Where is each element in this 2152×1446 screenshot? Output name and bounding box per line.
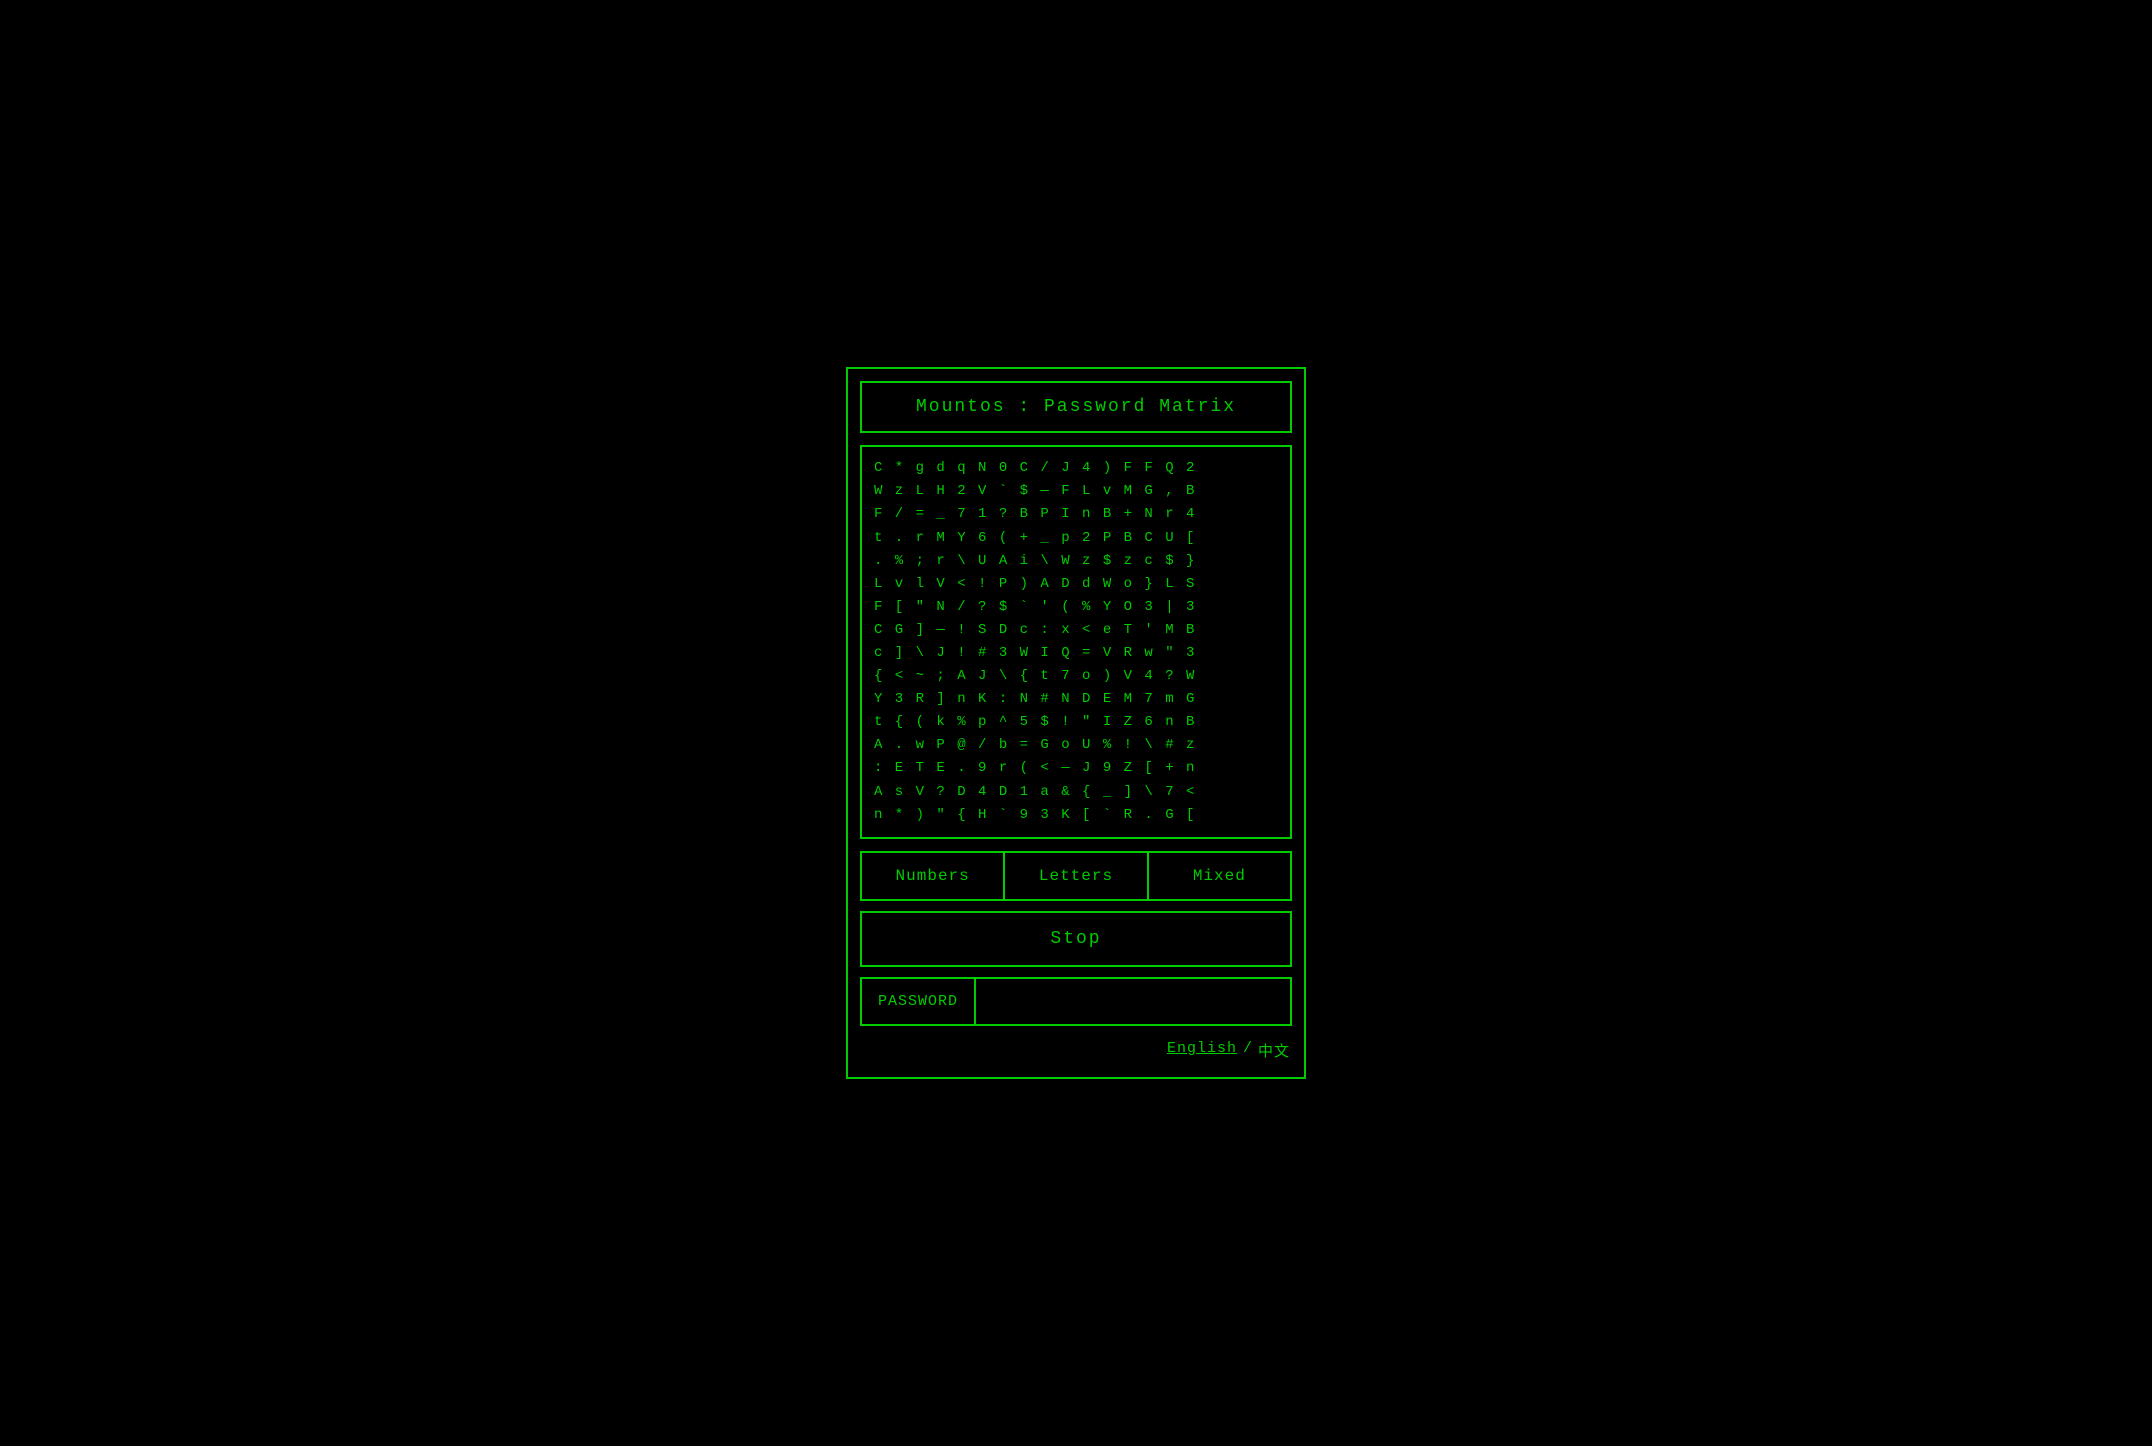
- mixed-button[interactable]: Mixed: [1149, 853, 1290, 899]
- stop-button-container: Stop: [860, 911, 1292, 967]
- matrix-area: C * g d q N 0 C / J 4 ) F F Q 2 W z L H …: [860, 445, 1292, 839]
- app-container: Mountos : Password Matrix C * g d q N 0 …: [846, 367, 1306, 1079]
- title-bar: Mountos : Password Matrix: [860, 381, 1292, 433]
- matrix-display: C * g d q N 0 C / J 4 ) F F Q 2 W z L H …: [874, 457, 1278, 827]
- language-chinese[interactable]: 中文: [1258, 1040, 1290, 1061]
- numbers-button[interactable]: Numbers: [862, 853, 1005, 899]
- password-input[interactable]: [976, 979, 1290, 1024]
- password-label: PASSWORD: [862, 979, 976, 1024]
- stop-button[interactable]: Stop: [862, 913, 1290, 965]
- letters-button[interactable]: Letters: [1005, 853, 1148, 899]
- language-english[interactable]: English: [1167, 1040, 1237, 1061]
- language-row: English / 中文: [860, 1036, 1292, 1065]
- password-row: PASSWORD: [860, 977, 1292, 1026]
- language-separator: /: [1243, 1040, 1252, 1061]
- app-title: Mountos : Password Matrix: [916, 397, 1236, 417]
- type-buttons-row: Numbers Letters Mixed: [860, 851, 1292, 901]
